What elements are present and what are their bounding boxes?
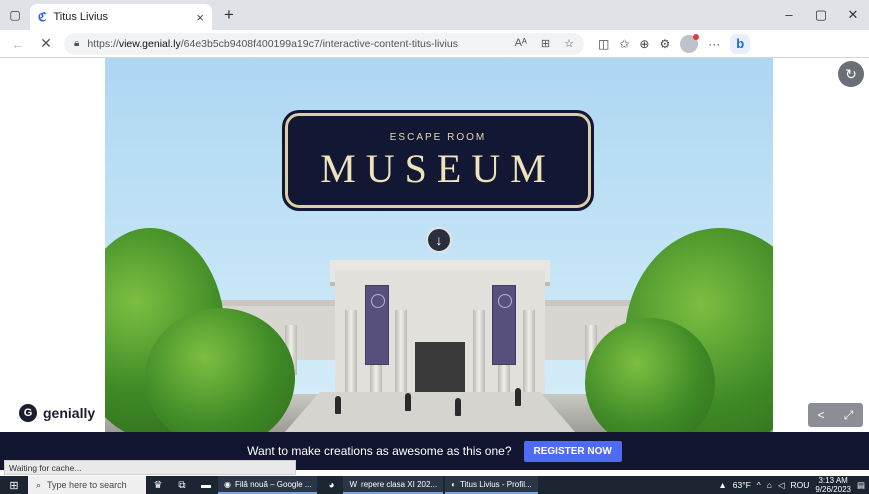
column [523, 310, 535, 400]
bing-copilot-icon[interactable]: b [730, 33, 751, 54]
file-explorer-icon[interactable]: ▬ [194, 480, 218, 491]
read-aloud-icon[interactable]: Aᴬ [515, 37, 527, 50]
app-available-icon[interactable]: ⊞ [541, 37, 550, 50]
minimize-button[interactable]: – [773, 7, 805, 23]
new-tab-button[interactable]: + [216, 2, 242, 28]
task-view-icon[interactable]: ⧉ [170, 480, 194, 491]
fullscreen-icon[interactable]: ⤢ [844, 408, 854, 423]
restart-icon[interactable]: ↻ [838, 61, 864, 87]
notifications-icon[interactable]: ▤ [857, 480, 865, 491]
register-now-button[interactable]: REGISTER NOW [523, 440, 622, 462]
museum-door [415, 342, 465, 400]
scroll-down-button[interactable]: ↓ [426, 227, 452, 253]
lock-icon: 🔒︎ [74, 38, 80, 49]
more-menu-icon[interactable]: ··· [708, 37, 720, 51]
taskbar-app-label: Titus Livius - Profil... [459, 479, 532, 489]
genially-brand-text: genially [43, 405, 96, 421]
genially-logo[interactable]: G genially [15, 402, 100, 424]
tab-actions-icon[interactable]: ▢ [0, 0, 30, 30]
page-viewport: ESCAPE ROOM MUSEUM ↓ ↻ G genially < ⤢ [0, 58, 869, 432]
share-icon[interactable]: < [818, 408, 825, 422]
plaza [285, 392, 575, 432]
visitor-figure [335, 396, 341, 414]
taskbar-app-word[interactable]: W repere clasa XI 202... [343, 476, 444, 494]
sign-subtitle: ESCAPE ROOM [389, 132, 487, 143]
address-bar[interactable]: 🔒︎ https://view.genial.ly/64e3b5cb9408f4… [64, 32, 584, 55]
url-prefix: https:// [87, 37, 119, 50]
taskbar-app-chrome[interactable]: ◉ Filă nouă – Google ... [218, 476, 318, 494]
weather-icon[interactable]: ▲ [718, 480, 726, 490]
profile-avatar[interactable] [680, 33, 700, 53]
language-indicator[interactable]: ROU [790, 480, 809, 490]
museum-banner-right [492, 285, 516, 365]
escape-room-scene: ESCAPE ROOM MUSEUM ↓ [105, 58, 773, 432]
widgets-icon[interactable]: ♛ [146, 480, 170, 491]
favorite-star-icon[interactable]: ☆ [564, 37, 574, 50]
taskbar-app-edge[interactable]: ◐ Titus Livius - Profil... [445, 476, 538, 494]
genially-logo-icon: G [19, 404, 37, 422]
windows-taskbar: ⊞ ⌕ Type here to search ♛ ⧉ ▬ ◉ Filă nou… [0, 476, 869, 494]
tray-chevron-icon[interactable]: ^ [757, 480, 761, 490]
url-path: /64e3b5cb9408f400199a19c7/interactive-co… [180, 37, 458, 50]
tab-close-icon[interactable]: × [196, 10, 204, 25]
browser-tab-bar: ▢ ℭ Titus Livius × + – ▢ ✕ [0, 0, 869, 30]
split-screen-icon[interactable]: ◫ [598, 37, 609, 51]
taskbar-search[interactable]: ⌕ Type here to search [28, 476, 146, 494]
visitor-figure [405, 393, 411, 411]
tab-titus-livius[interactable]: ℭ Titus Livius × [30, 4, 212, 30]
taskbar-app-label: Filă nouă – Google ... [234, 479, 312, 489]
chrome-icon: ◉ [224, 479, 231, 489]
edge-icon: ◐ [451, 479, 456, 489]
maximize-button[interactable]: ▢ [805, 7, 837, 23]
volume-icon[interactable]: ◁ [778, 480, 785, 491]
clock-date: 9/26/2023 [815, 485, 851, 494]
genially-favicon-icon: ℭ [38, 10, 47, 24]
stop-loading-icon[interactable]: ✕ [32, 35, 60, 52]
clock-time: 3:13 AM [818, 476, 848, 485]
url-text[interactable]: https://view.genial.ly/64e3b5cb9408f4001… [87, 38, 506, 50]
column [345, 310, 357, 400]
sign-title: MUSEUM [320, 146, 556, 191]
word-icon: W [349, 479, 358, 489]
back-icon[interactable]: ← [4, 36, 32, 52]
window-controls: – ▢ ✕ [773, 7, 869, 23]
url-domain: view.genial.ly [118, 37, 181, 50]
extensions-icon[interactable]: ⚙ [659, 37, 670, 51]
visitor-figure [515, 388, 521, 406]
promo-text: Want to make creations as awesome as thi… [247, 444, 512, 458]
museum-banner-left [365, 285, 389, 365]
browser-tools: ◫ ✩ ⊕ ⚙ ··· b [598, 33, 751, 54]
search-placeholder: Type here to search [47, 480, 127, 490]
favorites-icon[interactable]: ✩ [619, 37, 629, 51]
network-icon[interactable]: ⌂ [767, 480, 772, 490]
column [473, 310, 485, 400]
tab-title: Titus Livius [53, 11, 109, 23]
visitor-figure [455, 398, 461, 416]
start-windows-icon[interactable]: ⊞ [0, 479, 28, 492]
taskbar-app-label: repere clasa XI 202... [361, 479, 438, 489]
museum-sign: ESCAPE ROOM MUSEUM [284, 112, 592, 209]
weather-temp[interactable]: 63°F [733, 480, 751, 490]
system-tray: ▲ 63°F ^ ⌂ ◁ ROU 3:13 AM 9/26/2023 ▤ [718, 476, 869, 494]
firefox-icon[interactable]: ◕ [319, 480, 343, 491]
address-toolbar: ← ✕ 🔒︎ https://view.genial.ly/64e3b5cb94… [0, 30, 869, 58]
clock[interactable]: 3:13 AM 9/26/2023 [815, 476, 851, 494]
column [395, 310, 407, 400]
address-bar-icons: Aᴬ ⊞ ☆ [515, 37, 574, 50]
browser-status-message: Waiting for cache... [4, 460, 296, 475]
collections-icon[interactable]: ⊕ [639, 37, 649, 51]
close-window-button[interactable]: ✕ [837, 7, 869, 23]
share-fullscreen-controls: < ⤢ [808, 403, 863, 427]
search-icon: ⌕ [36, 479, 42, 490]
